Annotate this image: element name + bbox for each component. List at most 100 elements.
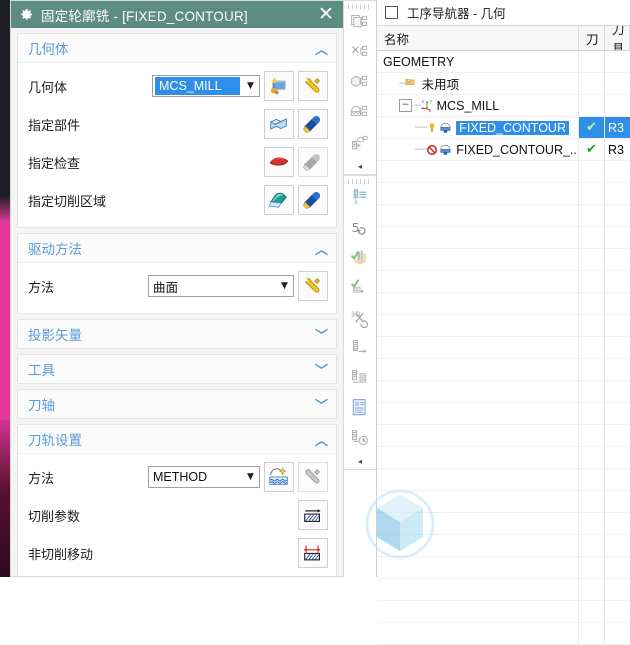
output-cls-button[interactable]: [344, 365, 376, 395]
chevron-down-icon[interactable]: ▼: [276, 281, 293, 291]
chevron-down-icon[interactable]: ﹀: [315, 325, 328, 344]
tool-label: R3: [608, 120, 624, 135]
confirm-toolpath-icon: [350, 278, 370, 303]
tree-empty-row: [377, 337, 630, 359]
shop-documentation-button[interactable]: [344, 395, 376, 425]
section-title: 工具: [28, 363, 55, 378]
check-icon: ✔: [586, 142, 597, 157]
copy-tree-button[interactable]: [344, 10, 376, 40]
tree-name-cell[interactable]: ┈ g 未用项: [377, 73, 579, 94]
section-header-projection-vector[interactable]: 投影矢量 ﹀: [18, 320, 336, 348]
cut-area-button[interactable]: [264, 185, 294, 215]
tree-empty-row: [377, 535, 630, 557]
tree-name-cell: [377, 315, 579, 336]
check-body-button[interactable]: [264, 147, 294, 177]
chevron-down-icon[interactable]: ﹀: [315, 395, 328, 414]
tree-expander[interactable]: −: [399, 99, 412, 112]
tree-name-cell[interactable]: GEOMETRY: [377, 51, 579, 72]
shop-documentation-icon: [350, 398, 370, 423]
combo-toolpath-settings-0[interactable]: METHOD ▼: [148, 466, 260, 488]
column-header-0[interactable]: 名称: [377, 26, 579, 50]
non-cut-move-button[interactable]: [298, 538, 328, 568]
wrench-button[interactable]: [298, 271, 328, 301]
tree-status-cell: ✔: [579, 139, 605, 160]
toolbar-grip[interactable]: [348, 4, 372, 9]
column-header-1[interactable]: 刀: [579, 26, 605, 50]
fixed-contour-dialog: 固定轮廓铣 - [FIXED_CONTOUR] ✕ 几何体 ︿ 几何体 MCS_MIL…: [10, 0, 344, 577]
replay-toolpath-button[interactable]: 5: [344, 215, 376, 245]
chevron-down-icon[interactable]: ▼: [242, 472, 259, 482]
tree-name-cell[interactable]: ┈┈ FIXED_CONTOUR: [377, 117, 579, 138]
row-geometry-3: 指定切削区域: [28, 181, 328, 219]
tree-row[interactable]: − ┈ z y x MCS_MILL: [377, 95, 630, 117]
grey-select-button[interactable]: [298, 147, 328, 177]
tree-name-cell: [377, 469, 579, 490]
method-button[interactable]: [264, 462, 294, 492]
toolbar-collapse-button[interactable]: ◂: [344, 455, 376, 467]
tree-row[interactable]: ┈┈ FIXED_CONTOUR ✔ R3: [377, 117, 630, 139]
unused-items-icon: g: [405, 77, 419, 91]
close-icon[interactable]: ✕: [315, 5, 337, 24]
wrench-button[interactable]: [298, 71, 328, 101]
tree-name-cell[interactable]: ┈┈ FIXED_CONTOUR_...: [377, 139, 579, 160]
verify-toolpath-button[interactable]: [344, 245, 376, 275]
pin-icon[interactable]: [385, 6, 398, 19]
cut-tree-button[interactable]: [344, 40, 376, 70]
tree-rows-container: GEOMETRY ┈ g 未用项 − ┈ z y x MCS_MILL ┈┈ FIXED_CONTOU…: [377, 51, 630, 645]
cut-simulation-button[interactable]: 3D: [344, 305, 376, 335]
chevron-up-icon[interactable]: ︿: [315, 430, 328, 449]
geometry-group-button[interactable]: [264, 71, 294, 101]
tree-row[interactable]: GEOMETRY: [377, 51, 630, 73]
wrench-grey-button[interactable]: [298, 462, 328, 492]
dialog-titlebar[interactable]: 固定轮廓铣 - [FIXED_CONTOUR] ✕: [11, 1, 343, 28]
tree-tool-cell: [605, 403, 630, 424]
tree-status-cell: [579, 447, 605, 468]
section-header-geometry[interactable]: 几何体 ︿: [18, 34, 336, 63]
section-header-tool[interactable]: 工具 ﹀: [18, 355, 336, 383]
chevron-up-icon[interactable]: ︿: [315, 39, 328, 58]
operation-navigator-toolbar: ◂ 5 3D ◂: [344, 0, 377, 577]
section-header-drive-method[interactable]: 驱动方法 ︿: [18, 234, 336, 263]
chevron-up-icon[interactable]: ︿: [315, 239, 328, 258]
blue-select-button[interactable]: [298, 185, 328, 215]
cut-area-icon: [268, 189, 290, 211]
tree-empty-row: [377, 425, 630, 447]
chevron-down-icon[interactable]: ▼: [242, 81, 259, 91]
tree-status-cell: [579, 337, 605, 358]
part-body-button[interactable]: [264, 109, 294, 139]
method-tree-button[interactable]: [344, 100, 376, 130]
tree-row[interactable]: ┈ g 未用项: [377, 73, 630, 95]
section-title: 驱动方法: [28, 242, 82, 257]
tree-guide: ┈┈: [415, 143, 427, 156]
toolbar-collapse-button[interactable]: ◂: [344, 160, 376, 172]
toolbar-grip[interactable]: [348, 179, 372, 184]
generate-toolpath-button[interactable]: [344, 185, 376, 215]
tree-name-cell: [377, 447, 579, 468]
section-body-drive-method: 方法 曲面 ▼: [18, 263, 336, 313]
section-header-toolpath-settings[interactable]: 刀轨设置 ︿: [18, 425, 336, 454]
confirm-toolpath-button[interactable]: [344, 275, 376, 305]
section-title: 刀轴: [28, 398, 55, 413]
tree-status-cell: [579, 227, 605, 248]
blue-select-icon: [302, 189, 324, 211]
machine-time-button[interactable]: [344, 425, 376, 455]
tree-tool-cell: R3: [605, 139, 630, 160]
cut-params-button[interactable]: [298, 500, 328, 530]
post-process-button[interactable]: [344, 335, 376, 365]
tree-status-cell: [579, 183, 605, 204]
solid-tree-button[interactable]: [344, 70, 376, 100]
filter-view-button[interactable]: [344, 130, 376, 160]
filter-view-icon: [350, 133, 370, 158]
blue-select-button[interactable]: [298, 109, 328, 139]
column-header-2[interactable]: 刀具: [605, 26, 630, 50]
section-header-tool-axis[interactable]: 刀轴 ﹀: [18, 390, 336, 418]
operation-icon: [439, 121, 453, 135]
chevron-down-icon[interactable]: ﹀: [315, 360, 328, 379]
combo-geometry-0[interactable]: MCS_MILL ▼: [152, 75, 260, 97]
tree-row[interactable]: ┈┈ FIXED_CONTOUR_... ✔ R3: [377, 139, 630, 161]
svg-text:z: z: [421, 99, 423, 104]
tree-name-cell[interactable]: − ┈ z y x MCS_MILL: [377, 95, 579, 116]
geometry-group-icon: [268, 75, 290, 97]
combo-drive-method-0[interactable]: 曲面 ▼: [148, 275, 294, 297]
row-toolpath-settings-3: 进给率和速度: [28, 572, 328, 576]
